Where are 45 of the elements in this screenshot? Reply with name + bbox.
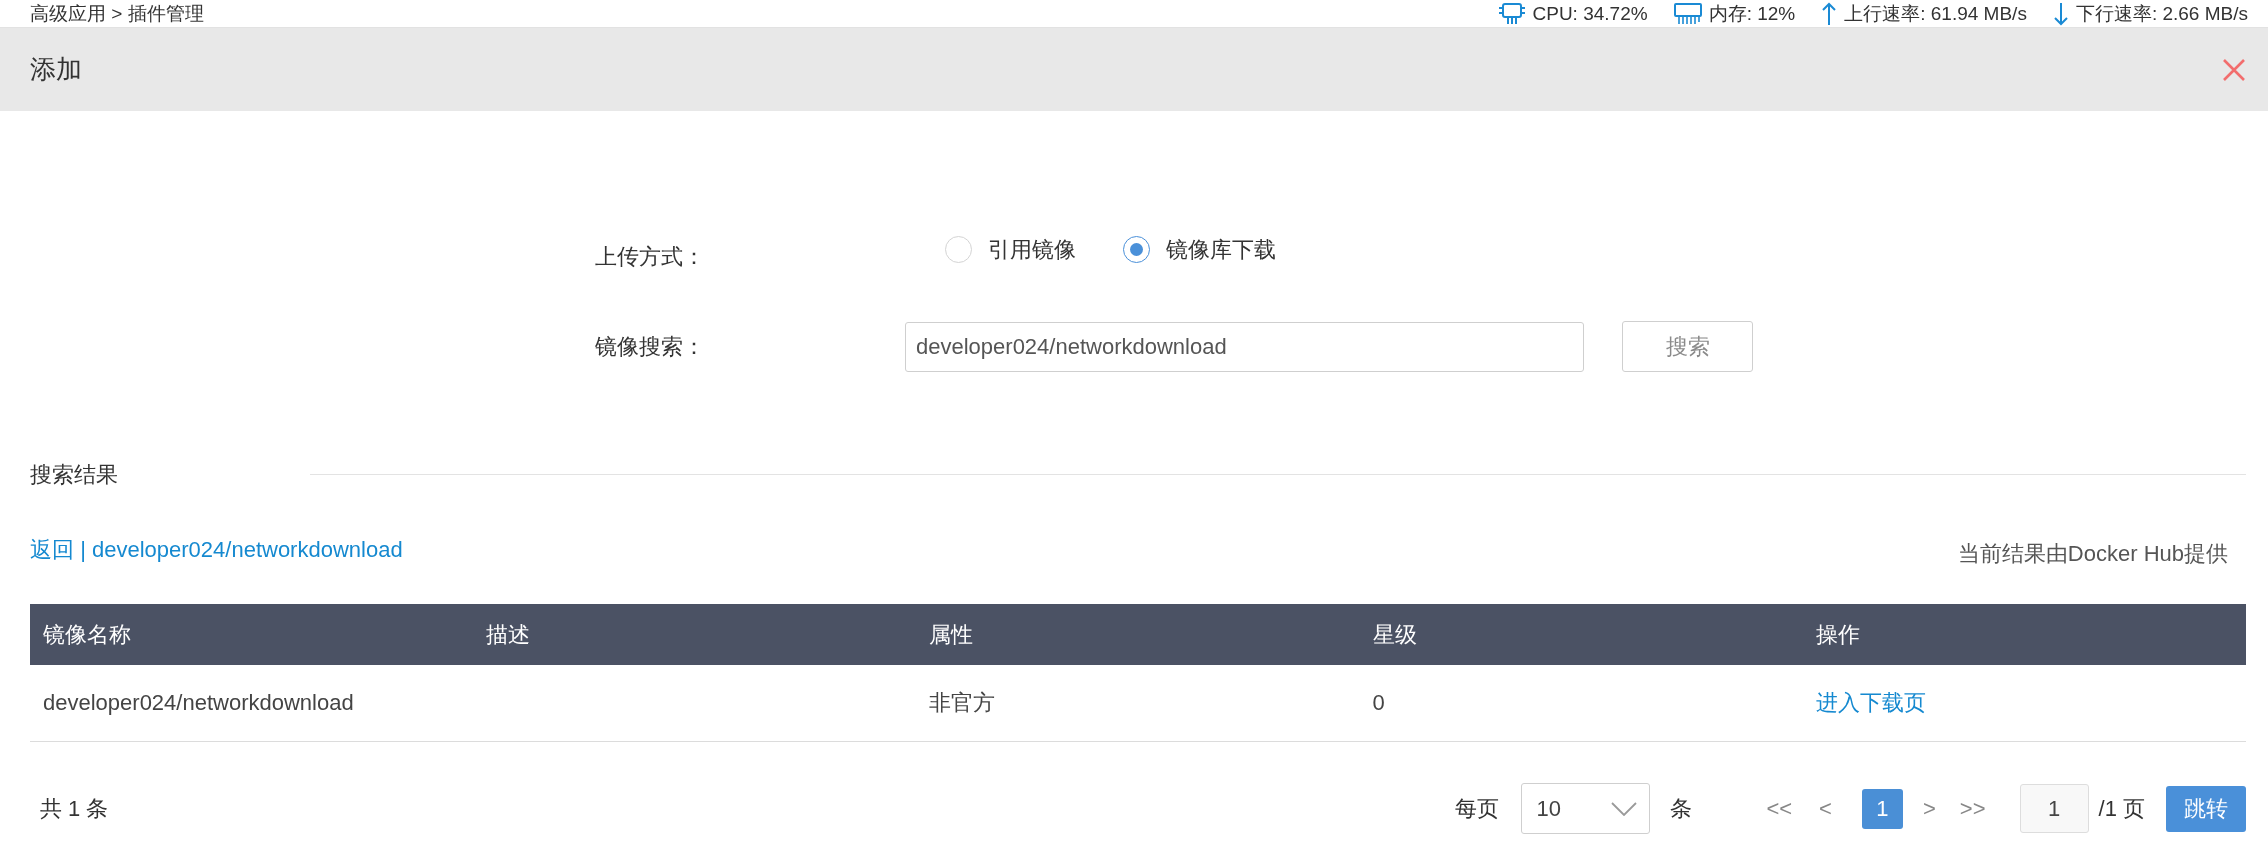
- memory-icon: [1673, 1, 1702, 26]
- radio-button[interactable]: [1123, 235, 1150, 263]
- field-label: 镜像搜索：: [595, 332, 706, 361]
- table-cell: 0: [1359, 665, 1803, 741]
- radio-label[interactable]: 引用镜像: [988, 232, 1076, 266]
- dialog-title: 添加: [30, 53, 82, 86]
- last-page-link[interactable]: >>: [1959, 792, 1986, 825]
- page-button[interactable]: 1: [1861, 788, 1903, 829]
- page-size-select[interactable]: 10: [1521, 783, 1651, 834]
- chevron-down-icon: [1611, 801, 1638, 816]
- next-page-link[interactable]: >: [1922, 792, 1936, 825]
- chip-icon: [1497, 1, 1526, 26]
- total-count: 共 1 条: [40, 795, 109, 823]
- close-icon[interactable]: [2222, 57, 2246, 82]
- stat-text: 内存: 12%: [1708, 4, 1796, 23]
- query-text: developer024/networkdownload: [91, 537, 403, 562]
- stat-text: CPU: 34.72%: [1532, 4, 1648, 23]
- table-cell: developer024/networkdownload: [30, 665, 474, 741]
- back-link[interactable]: 返回: [30, 537, 74, 562]
- section-title: 搜索结果: [30, 460, 119, 489]
- breadcrumb: 高级应用 > 插件管理: [30, 4, 204, 23]
- column-header: 操作: [1802, 604, 2246, 665]
- jump-button[interactable]: 跳转: [2166, 785, 2246, 832]
- per-page-label: 每页: [1455, 795, 1500, 823]
- page-count: /1 页: [2098, 795, 2145, 823]
- search-input[interactable]: developer024/networkdownload: [905, 321, 1584, 372]
- down-arrow-icon: [2052, 1, 2069, 26]
- source-note: 当前结果由Docker Hub提供: [1957, 542, 2228, 566]
- separator-text: |: [80, 537, 86, 562]
- column-header: 镜像名称: [30, 604, 474, 665]
- column-header: 属性: [916, 604, 1360, 665]
- stat-text: 上行速率: 61.94 MB/s: [1844, 4, 2027, 23]
- table-cell: 非官方: [916, 665, 1360, 741]
- column-header: 描述: [473, 604, 917, 665]
- download-page-link[interactable]: 进入下载页: [1815, 690, 1926, 716]
- up-arrow-icon: [1821, 1, 1838, 26]
- first-page-link[interactable]: <<: [1766, 792, 1793, 825]
- previous-page-link[interactable]: <: [1819, 792, 1832, 825]
- page-number-input[interactable]: 1: [2019, 784, 2089, 833]
- radio-label[interactable]: 镜像库下载: [1166, 232, 1276, 266]
- per-page-unit: 条: [1670, 795, 1693, 823]
- search-button[interactable]: 搜索: [1622, 321, 1753, 372]
- column-header: 星级: [1359, 604, 1803, 665]
- stat-text: 下行速率: 2.66 MB/s: [2075, 4, 2248, 23]
- field-label: 上传方式：: [595, 243, 706, 271]
